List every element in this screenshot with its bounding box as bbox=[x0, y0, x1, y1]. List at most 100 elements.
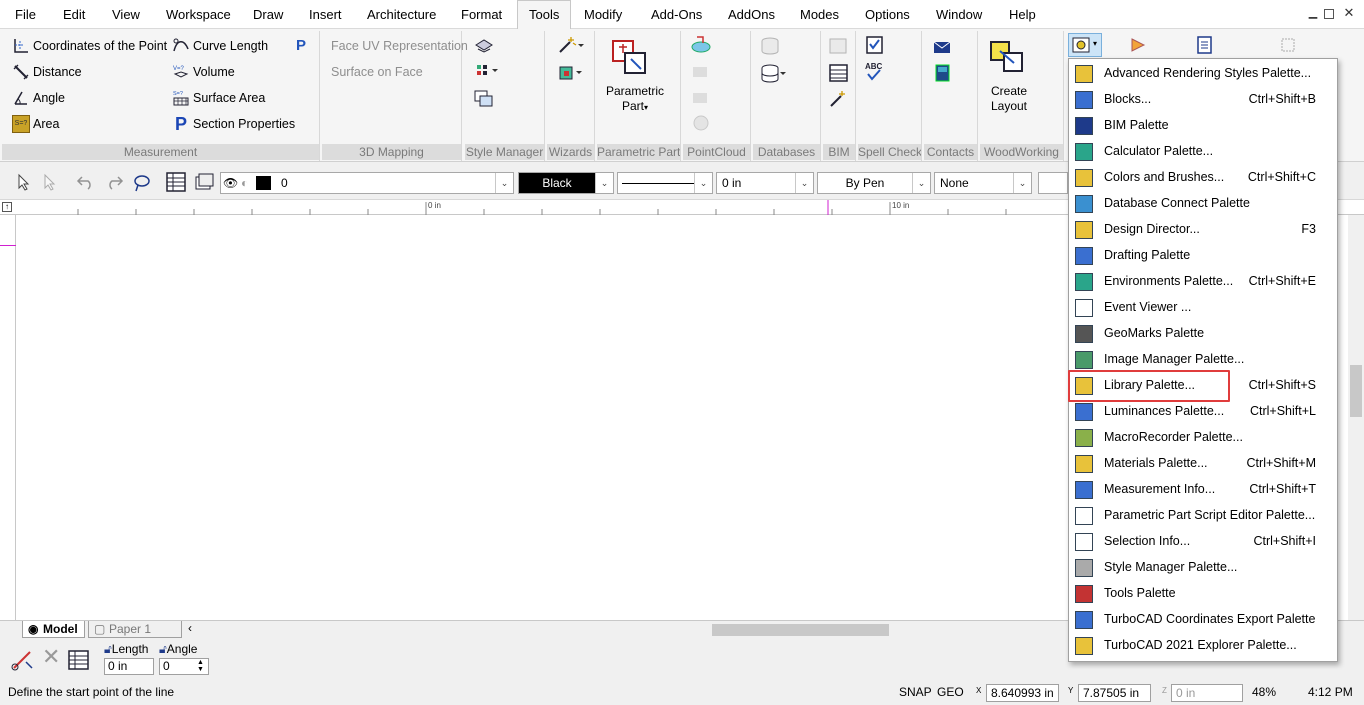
menu-item-advanced-rendering-styles-palette[interactable]: Advanced Rendering Styles Palette... bbox=[1069, 61, 1337, 87]
menu-item-macrorecorder-palette[interactable]: MacroRecorder Palette... bbox=[1069, 425, 1337, 451]
menu-draw[interactable]: Draw bbox=[251, 0, 285, 29]
lock-icon[interactable]: 🔓︎ bbox=[104, 642, 112, 656]
menu-item-style-manager-palette[interactable]: Style Manager Palette... bbox=[1069, 555, 1337, 581]
database-connect-icon[interactable] bbox=[759, 63, 787, 85]
menu-insert[interactable]: Insert bbox=[307, 0, 344, 29]
horizontal-scroll-thumb[interactable] bbox=[712, 624, 889, 636]
menu-view[interactable]: View bbox=[110, 0, 142, 29]
menu-item-blocks[interactable]: Blocks... Ctrl+Shift+B bbox=[1069, 87, 1337, 113]
length-input[interactable]: 0 in bbox=[104, 658, 154, 675]
style-sheet-icon[interactable] bbox=[473, 89, 495, 109]
menu-item-measurement-info[interactable]: Measurement Info... Ctrl+Shift+T bbox=[1069, 477, 1337, 503]
wizard-image-icon[interactable] bbox=[557, 63, 585, 83]
extra-combo[interactable] bbox=[1038, 172, 1068, 194]
menu-item-design-director[interactable]: Design Director... F3 bbox=[1069, 217, 1337, 243]
layers-icon[interactable] bbox=[194, 172, 216, 192]
lasso-icon[interactable] bbox=[132, 173, 152, 193]
menu-item-event-viewer[interactable]: Event Viewer ... bbox=[1069, 295, 1337, 321]
style-manager-icon[interactable] bbox=[473, 37, 495, 55]
wizard-wand-icon[interactable] bbox=[557, 35, 585, 55]
menu-item-turbocad-2021-explorer-palette[interactable]: TurboCAD 2021 Explorer Palette... bbox=[1069, 633, 1337, 659]
undo-icon[interactable] bbox=[76, 173, 96, 191]
chevron-down-icon[interactable]: ⌄ bbox=[694, 173, 712, 193]
create-layout-label-1[interactable]: Create bbox=[980, 84, 1038, 98]
bim-wand-icon[interactable] bbox=[828, 89, 850, 109]
line-style-combo[interactable]: ⌄ bbox=[617, 172, 713, 194]
menu-file[interactable]: File bbox=[13, 0, 38, 29]
cancel-icon[interactable]: ✕ bbox=[42, 646, 60, 668]
menu-item-bim-palette[interactable]: BIM Palette bbox=[1069, 113, 1337, 139]
menu-tools[interactable]: Tools bbox=[517, 0, 572, 30]
fill-combo[interactable]: None ⌄ bbox=[934, 172, 1032, 194]
section-properties-button[interactable]: P Section Properties bbox=[172, 113, 295, 135]
angle-spinner-icon[interactable]: ▲ ▼ bbox=[197, 659, 204, 673]
spell-check-abc-icon[interactable]: ABC bbox=[864, 61, 886, 83]
menu-add-ons[interactable]: Add-Ons bbox=[649, 0, 704, 29]
menu-workspace[interactable]: Workspace bbox=[164, 0, 233, 29]
chevron-down-icon[interactable]: ⌄ bbox=[795, 173, 813, 193]
pen-combo[interactable]: By Pen ⌄ bbox=[817, 172, 931, 194]
area-button[interactable]: S=? Area bbox=[12, 113, 59, 135]
inspector-table-icon[interactable] bbox=[68, 650, 90, 670]
tab-model[interactable]: ◉ Model bbox=[22, 621, 85, 638]
table-icon[interactable] bbox=[166, 172, 186, 192]
close-icon[interactable]: ✕ bbox=[1342, 6, 1356, 20]
menu-item-library-palette[interactable]: Library Palette... Ctrl+Shift+S bbox=[1069, 373, 1337, 399]
chevron-down-icon[interactable]: ⌄ bbox=[495, 173, 513, 193]
zoom-level[interactable]: 48% bbox=[1252, 685, 1276, 699]
layers-dropdown-icon[interactable] bbox=[475, 63, 501, 79]
eye-icon[interactable]: 👁 bbox=[223, 173, 238, 193]
color-combo[interactable]: Black ⌄ bbox=[518, 172, 614, 194]
pointcloud-view-icon[interactable] bbox=[689, 113, 713, 133]
snap-toggle[interactable]: SNAP bbox=[899, 685, 932, 699]
menu-window[interactable]: Window bbox=[934, 0, 984, 29]
menu-item-database-connect-palette[interactable]: Database Connect Palette bbox=[1069, 191, 1337, 217]
menu-item-luminances-palette[interactable]: Luminances Palette... Ctrl+Shift+L bbox=[1069, 399, 1337, 425]
coordinates-of-point-button[interactable]: Coordinates of the Point bbox=[12, 35, 167, 57]
chevron-down-icon[interactable]: ⌄ bbox=[912, 173, 930, 193]
menu-addons[interactable]: AddOns bbox=[726, 0, 777, 29]
vertical-scroll-thumb[interactable] bbox=[1350, 365, 1362, 417]
distance-button[interactable]: Distance bbox=[12, 61, 82, 83]
menu-item-environments-palette[interactable]: Environments Palette... Ctrl+Shift+E bbox=[1069, 269, 1337, 295]
curve-length-button[interactable]: Curve Length bbox=[172, 35, 268, 57]
menu-item-colors-and-brushes[interactable]: Colors and Brushes... Ctrl+Shift+C bbox=[1069, 165, 1337, 191]
menu-item-tools-palette[interactable]: Tools Palette bbox=[1069, 581, 1337, 607]
menu-item-selection-info[interactable]: Selection Info... Ctrl+Shift+I bbox=[1069, 529, 1337, 555]
grid-select-icon[interactable] bbox=[1278, 35, 1300, 55]
email-icon[interactable] bbox=[932, 39, 954, 55]
menu-item-materials-palette[interactable]: Materials Palette... Ctrl+Shift+M bbox=[1069, 451, 1337, 477]
geo-toggle[interactable]: GEO bbox=[937, 685, 964, 699]
menu-item-drafting-palette[interactable]: Drafting Palette bbox=[1069, 243, 1337, 269]
select-arrow-icon[interactable] bbox=[16, 173, 32, 191]
menu-edit[interactable]: Edit bbox=[61, 0, 87, 29]
menu-modes[interactable]: Modes bbox=[798, 0, 841, 29]
chevron-down-icon[interactable]: ⌄ bbox=[1013, 173, 1031, 193]
redo-icon[interactable] bbox=[104, 173, 124, 191]
spell-check-doc-icon[interactable] bbox=[864, 35, 886, 55]
vertical-scrollbar[interactable] bbox=[1348, 215, 1364, 620]
pointcloud-edit-icon[interactable] bbox=[689, 87, 713, 107]
parametric-part-button-label-1[interactable]: Parametric bbox=[601, 84, 669, 98]
parametric-part-icon[interactable] bbox=[611, 39, 649, 75]
angle-button[interactable]: Angle bbox=[12, 87, 65, 109]
bim-icon[interactable] bbox=[828, 37, 850, 55]
x-coordinate-field[interactable]: 8.640993 in bbox=[986, 684, 1059, 702]
menu-modify[interactable]: Modify bbox=[582, 0, 624, 29]
y-coordinate-field[interactable]: 7.87505 in bbox=[1078, 684, 1151, 702]
bim-table-icon[interactable] bbox=[828, 63, 850, 83]
menu-item-parametric-part-script-editor-palette[interactable]: Parametric Part Script Editor Palette... bbox=[1069, 503, 1337, 529]
database-icon[interactable] bbox=[759, 37, 783, 57]
document-icon[interactable] bbox=[1194, 35, 1216, 55]
surface-area-button[interactable]: S=? Surface Area bbox=[172, 87, 265, 109]
line-width-combo[interactable]: 0 in ⌄ bbox=[716, 172, 814, 194]
lock-icon[interactable]: 🔓︎ bbox=[159, 642, 167, 656]
create-layout-label-2[interactable]: Layout bbox=[980, 99, 1038, 113]
menu-item-image-manager-palette[interactable]: Image Manager Palette... bbox=[1069, 347, 1337, 373]
menu-format[interactable]: Format bbox=[459, 0, 504, 29]
p-icon[interactable]: P bbox=[296, 37, 306, 54]
pointcloud-tool-icon[interactable] bbox=[689, 61, 713, 81]
menu-options[interactable]: Options bbox=[863, 0, 912, 29]
ruler-corner-icon[interactable]: ↑ bbox=[2, 202, 12, 212]
menu-item-turbocad-coordinates-export-palette[interactable]: TurboCAD Coordinates Export Palette bbox=[1069, 607, 1337, 633]
